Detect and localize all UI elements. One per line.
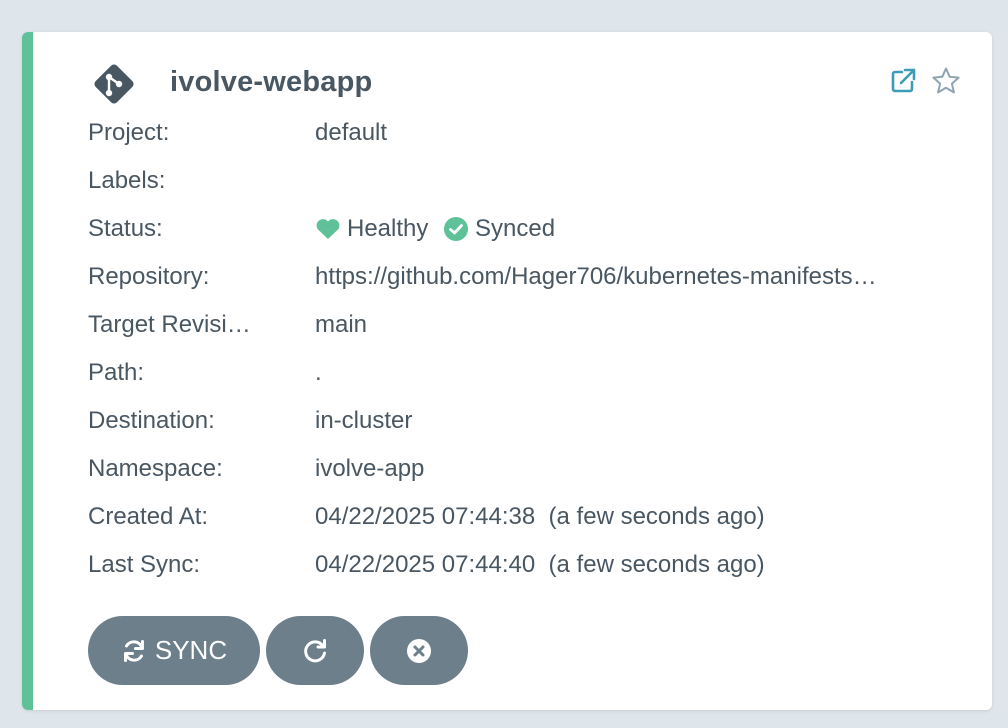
sync-button[interactable]: SYNC bbox=[88, 616, 260, 685]
health-status-text: Healthy bbox=[347, 215, 429, 242]
git-branch-icon bbox=[94, 64, 134, 104]
field-label: Status: bbox=[88, 215, 163, 242]
delete-button[interactable] bbox=[370, 616, 468, 685]
health-status: Healthy bbox=[315, 213, 428, 245]
field-value: main bbox=[315, 311, 368, 338]
heart-icon bbox=[316, 219, 340, 239]
field-label: Last Sync: bbox=[88, 551, 201, 578]
application-card[interactable]: ivolve-webapp Project: default Labels: S… bbox=[22, 32, 992, 710]
field-value: default bbox=[315, 119, 388, 146]
refresh-icon bbox=[304, 638, 326, 662]
field-label: Created At: bbox=[88, 503, 209, 530]
field-label: Repository: bbox=[88, 263, 210, 290]
field-label: Target Revisi… bbox=[88, 311, 251, 338]
health-status-accent-bar bbox=[22, 32, 33, 710]
field-label: Namespace: bbox=[88, 455, 223, 482]
field-label: Destination: bbox=[88, 407, 215, 434]
sync-status-text: Synced bbox=[475, 215, 556, 242]
field-label: Labels: bbox=[88, 167, 166, 194]
sync-icon bbox=[123, 639, 144, 662]
app-name[interactable]: ivolve-webapp bbox=[170, 66, 372, 99]
field-label: Path: bbox=[88, 359, 145, 386]
external-link-icon[interactable] bbox=[888, 66, 918, 96]
check-circle-icon bbox=[444, 217, 469, 241]
status-value: Healthy Synced bbox=[315, 213, 555, 245]
close-circle-icon bbox=[407, 638, 431, 663]
field-value: ivolve-app bbox=[315, 455, 425, 482]
sync-status: Synced bbox=[443, 213, 555, 245]
field-value: 04/22/2025 07:44:38 (a few seconds ago) bbox=[315, 503, 765, 530]
star-icon[interactable] bbox=[931, 66, 961, 96]
field-label: Project: bbox=[88, 119, 170, 146]
field-value: . bbox=[315, 359, 322, 386]
field-value: in-cluster bbox=[315, 407, 413, 434]
repository-url[interactable]: https://github.com/Hager706/kubernetes-m… bbox=[315, 261, 940, 293]
sync-button-label: SYNC bbox=[154, 635, 228, 665]
field-value: 04/22/2025 07:44:40 (a few seconds ago) bbox=[315, 551, 765, 578]
refresh-button[interactable] bbox=[266, 616, 364, 685]
